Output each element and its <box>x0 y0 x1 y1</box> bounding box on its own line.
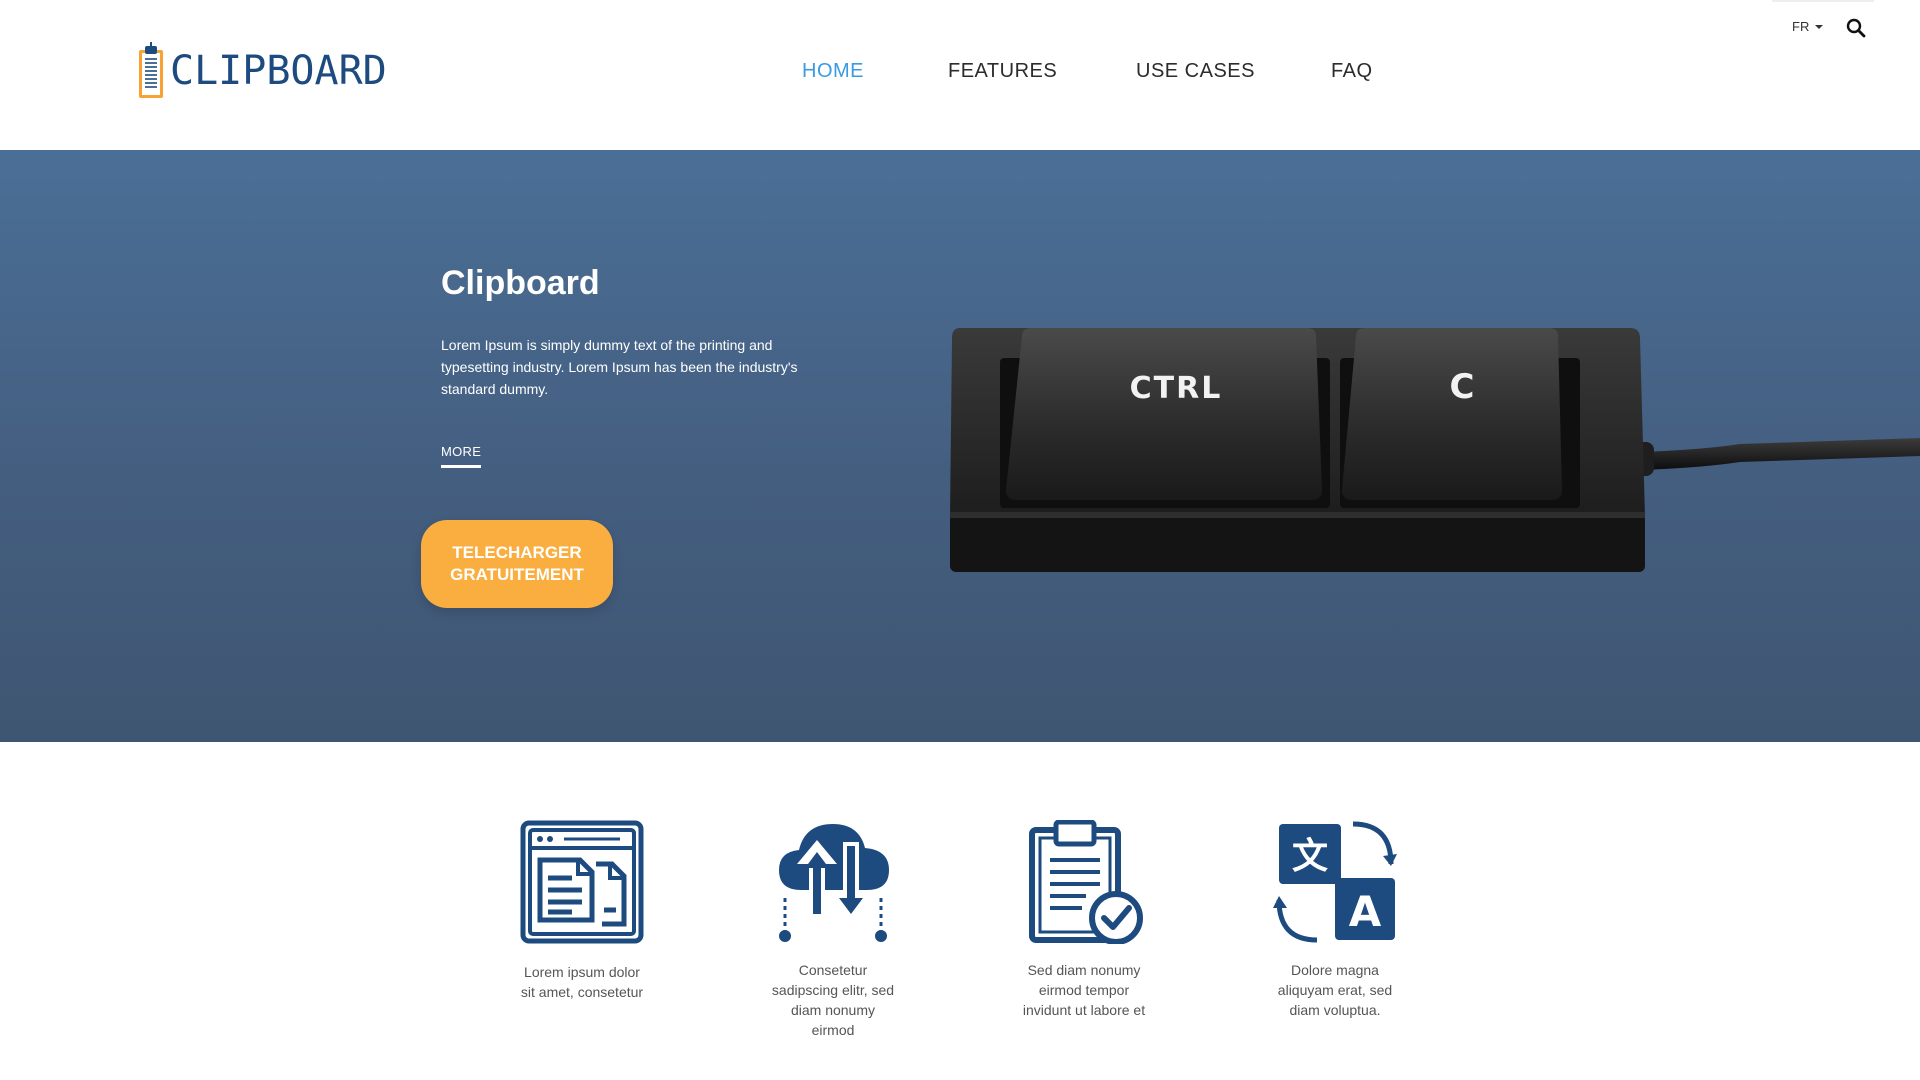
feature-text: Sed diam nonumy eirmod tempor invidunt u… <box>1022 962 1146 1018</box>
feature-text: Lorem ipsum dolor sit amet, consetetur <box>520 964 644 1000</box>
more-link[interactable]: MORE <box>441 444 482 468</box>
main-nav: HOME FEATURES USE CASES FAQ <box>0 60 1920 84</box>
feature-item: Lorem ipsum dolor sit amet, consetetur <box>517 820 647 1002</box>
key-c-label: C <box>1450 367 1475 407</box>
hero-banner: Clipboard Lorem Ipsum is simply dummy te… <box>0 150 1920 742</box>
nav-item-home[interactable]: HOME <box>802 60 864 83</box>
download-free-button[interactable]: TELECHARGER GRATUITEMENT <box>421 520 613 608</box>
svg-text:文: 文 <box>1292 836 1328 877</box>
browser-documents-icon <box>520 820 644 944</box>
feature-item: Sed diam nonumy eirmod tempor invidunt u… <box>1019 820 1149 1020</box>
nav-item-features[interactable]: FEATURES <box>948 60 1057 83</box>
feature-item: Consetetur sadipscing elitr, sed diam no… <box>768 820 898 1040</box>
svg-text:A: A <box>1349 887 1382 936</box>
hero-title: Clipboard <box>441 264 600 302</box>
search-icon[interactable] <box>1844 16 1868 40</box>
key-ctrl-label: CTRL <box>1130 371 1223 406</box>
feature-text: Consetetur sadipscing elitr, sed diam no… <box>771 962 895 1038</box>
nav-item-faq[interactable]: FAQ <box>1331 60 1373 83</box>
caret-down-icon <box>1815 24 1824 29</box>
cloud-transfer-icon <box>779 824 889 942</box>
nav-item-use-cases[interactable]: USE CASES <box>1136 60 1255 83</box>
language-label: FR <box>1792 19 1810 34</box>
download-button-line2: GRATUITEMENT <box>450 565 584 584</box>
feature-item: 文 A Dolore magna aliquyam erat, sed diam… <box>1270 820 1400 1020</box>
top-divider <box>1772 0 1874 2</box>
language-selector[interactable]: FR <box>1792 19 1824 34</box>
hero-description: Lorem Ipsum is simply dummy text of the … <box>441 337 798 397</box>
features-section: Lorem ipsum dolor sit amet, consetetur C… <box>0 742 1920 1080</box>
clipboard-check-icon <box>1029 820 1143 944</box>
ctrl-c-keyboard-image: CTRL C <box>950 328 1920 572</box>
translate-icon: 文 A <box>1273 821 1397 943</box>
download-button-line1: TELECHARGER <box>452 543 582 562</box>
feature-text: Dolore magna aliquyam erat, sed diam vol… <box>1277 962 1393 1018</box>
site-header: CLIPBOARD HOME FEATURES USE CASES FAQ FR <box>0 0 1920 150</box>
